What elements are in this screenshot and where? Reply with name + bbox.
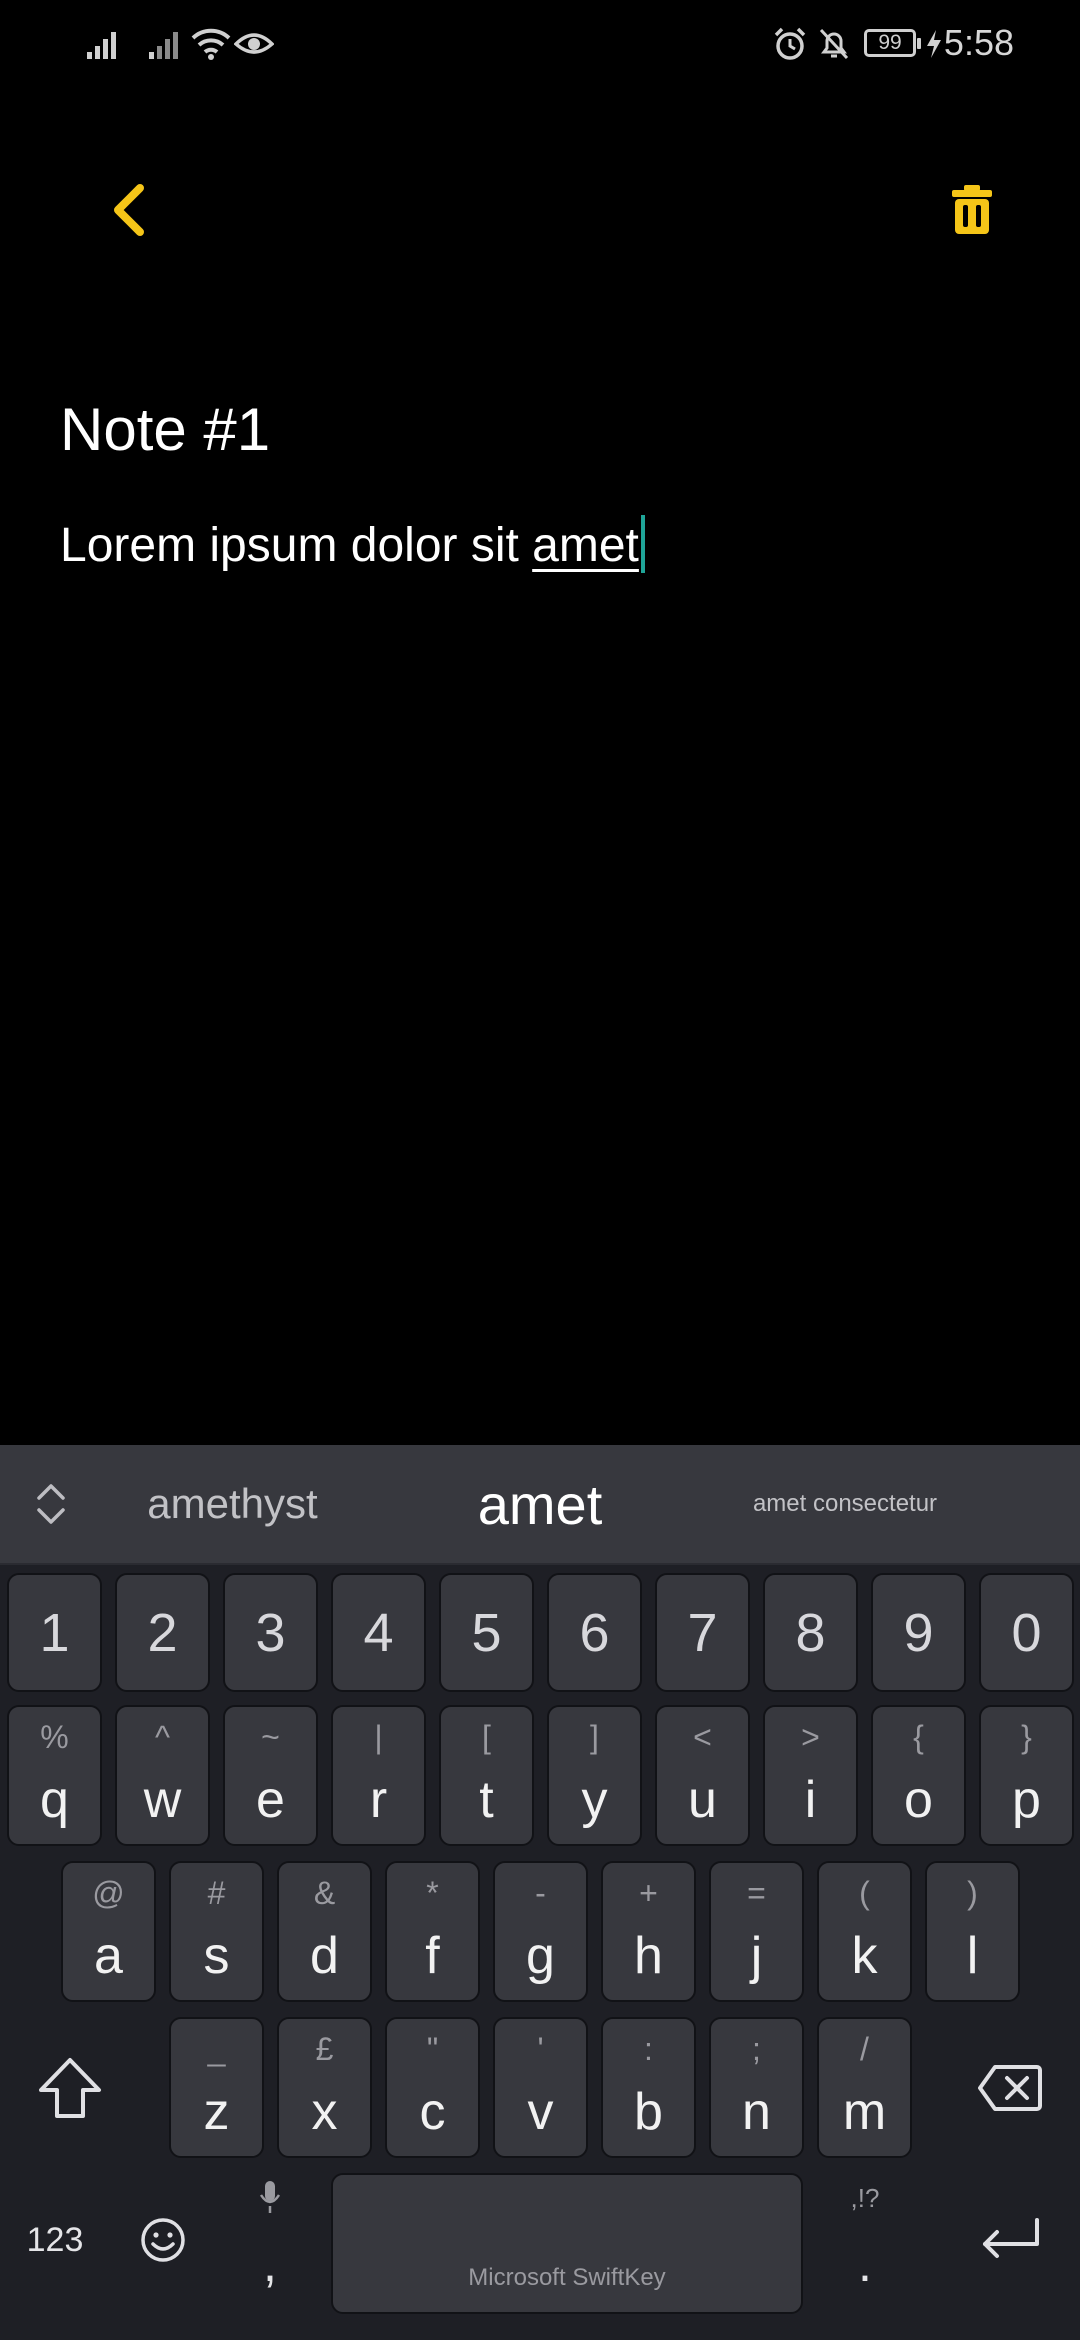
suggestion-center[interactable]: amet [400, 1445, 680, 1563]
key-8[interactable]: 8 [763, 1573, 858, 1692]
key-a[interactable]: @ a [61, 1861, 156, 2002]
delete-note-button[interactable] [932, 170, 1012, 250]
suggestion-bar: amethyst amet amet consectetur [0, 1445, 1080, 1565]
on-screen-keyboard: amethyst amet amet consectetur 1 2 3 4 5… [0, 1445, 1080, 2340]
expand-toolbar-icon [37, 1484, 65, 1524]
enter-arrow-icon [983, 2218, 1039, 2258]
charging-bolt-icon [927, 30, 941, 58]
key-l[interactable]: ) l [925, 1861, 1020, 2002]
eye-comfort-icon [234, 33, 274, 54]
key-h[interactable]: + h [601, 1861, 696, 2002]
alarm-icon [774, 27, 806, 60]
key-o[interactable]: {o [871, 1705, 966, 1846]
wifi-icon [191, 28, 231, 60]
period-sub-label: ,!? [850, 2183, 880, 2213]
key-2[interactable]: 2 [115, 1573, 210, 1692]
key-1[interactable]: 1 [7, 1573, 102, 1692]
period-label: . [858, 2236, 872, 2292]
period-key[interactable]: ,!? . [820, 2165, 910, 2315]
key-j[interactable]: = j [709, 1861, 804, 2002]
key-e[interactable]: ~ e [223, 1705, 318, 1846]
key-s[interactable]: # s [169, 1861, 264, 2002]
emoji-icon [141, 2218, 185, 2262]
status-bar: 99 5:58 [0, 0, 1080, 90]
suggestion-right[interactable]: amet consectetur [720, 1445, 970, 1563]
shift-key[interactable] [20, 2017, 120, 2158]
trash-icon [952, 185, 992, 234]
clock: 5:58 [943, 22, 1014, 63]
key-0[interactable]: 0 [979, 1573, 1074, 1692]
shift-arrow-icon [39, 2057, 101, 2118]
notifications-off-icon [819, 28, 849, 60]
comma-key[interactable]: , [225, 2165, 315, 2315]
key-6[interactable]: 6 [547, 1573, 642, 1692]
key-t[interactable]: [t [439, 1705, 534, 1846]
key-c[interactable]: " c [385, 2017, 480, 2158]
key-9[interactable]: 9 [871, 1573, 966, 1692]
text-cursor [640, 515, 645, 573]
emoji-key[interactable] [118, 2175, 208, 2305]
key-m[interactable]: / m [817, 2017, 912, 2158]
space-bar[interactable]: Microsoft SwiftKey [331, 2173, 803, 2314]
key-g[interactable]: -g [493, 1861, 588, 2002]
key-b[interactable]: :b [601, 2017, 696, 2158]
key-5[interactable]: 5 [439, 1573, 534, 1692]
key-z[interactable]: _ z [169, 2017, 264, 2158]
comma-label: , [263, 2236, 277, 2292]
key-3[interactable]: 3 [223, 1573, 318, 1692]
key-4[interactable]: 4 [331, 1573, 426, 1692]
key-v[interactable]: ' v [493, 2017, 588, 2158]
backspace-key[interactable] [960, 2017, 1060, 2158]
note-title-input[interactable]: Note #1 [60, 395, 270, 464]
back-button[interactable] [90, 170, 170, 250]
numbers-key[interactable]: 123 [10, 2175, 100, 2305]
key-d[interactable]: & d [277, 1861, 372, 2002]
key-k[interactable]: (k [817, 1861, 912, 2002]
toolbar-toggle-button[interactable] [20, 1469, 82, 1539]
key-u[interactable]: < u [655, 1705, 750, 1846]
chevron-left-icon [114, 184, 144, 236]
space-bar-label: Microsoft SwiftKey [468, 2264, 666, 2291]
key-f[interactable]: * f [385, 1861, 480, 2002]
microphone-icon [259, 2181, 281, 2213]
note-body-input[interactable]: Lorem ipsum dolor sit amet [60, 515, 645, 573]
key-x[interactable]: £ x [277, 2017, 372, 2158]
backspace-icon [978, 2064, 1042, 2111]
key-w[interactable]: ^ w [115, 1705, 210, 1846]
battery-level: 99 [878, 31, 902, 54]
key-n[interactable]: ; n [709, 2017, 804, 2158]
cellular-signal-2-icon [149, 32, 178, 59]
cellular-signal-icon [87, 32, 116, 59]
suggestion-left[interactable]: amethyst [100, 1445, 365, 1563]
composing-word: amet [532, 519, 639, 572]
key-7[interactable]: 7 [655, 1573, 750, 1692]
key-i[interactable]: > i [763, 1705, 858, 1846]
key-r[interactable]: | r [331, 1705, 426, 1846]
key-p[interactable]: } p [979, 1705, 1074, 1846]
note-body-text: Lorem ipsum dolor sit [60, 519, 533, 572]
key-q[interactable]: % q [7, 1705, 102, 1846]
enter-key[interactable] [955, 2175, 1065, 2305]
battery-indicator: 99 [864, 29, 921, 57]
key-y[interactable]: ] y [547, 1705, 642, 1846]
